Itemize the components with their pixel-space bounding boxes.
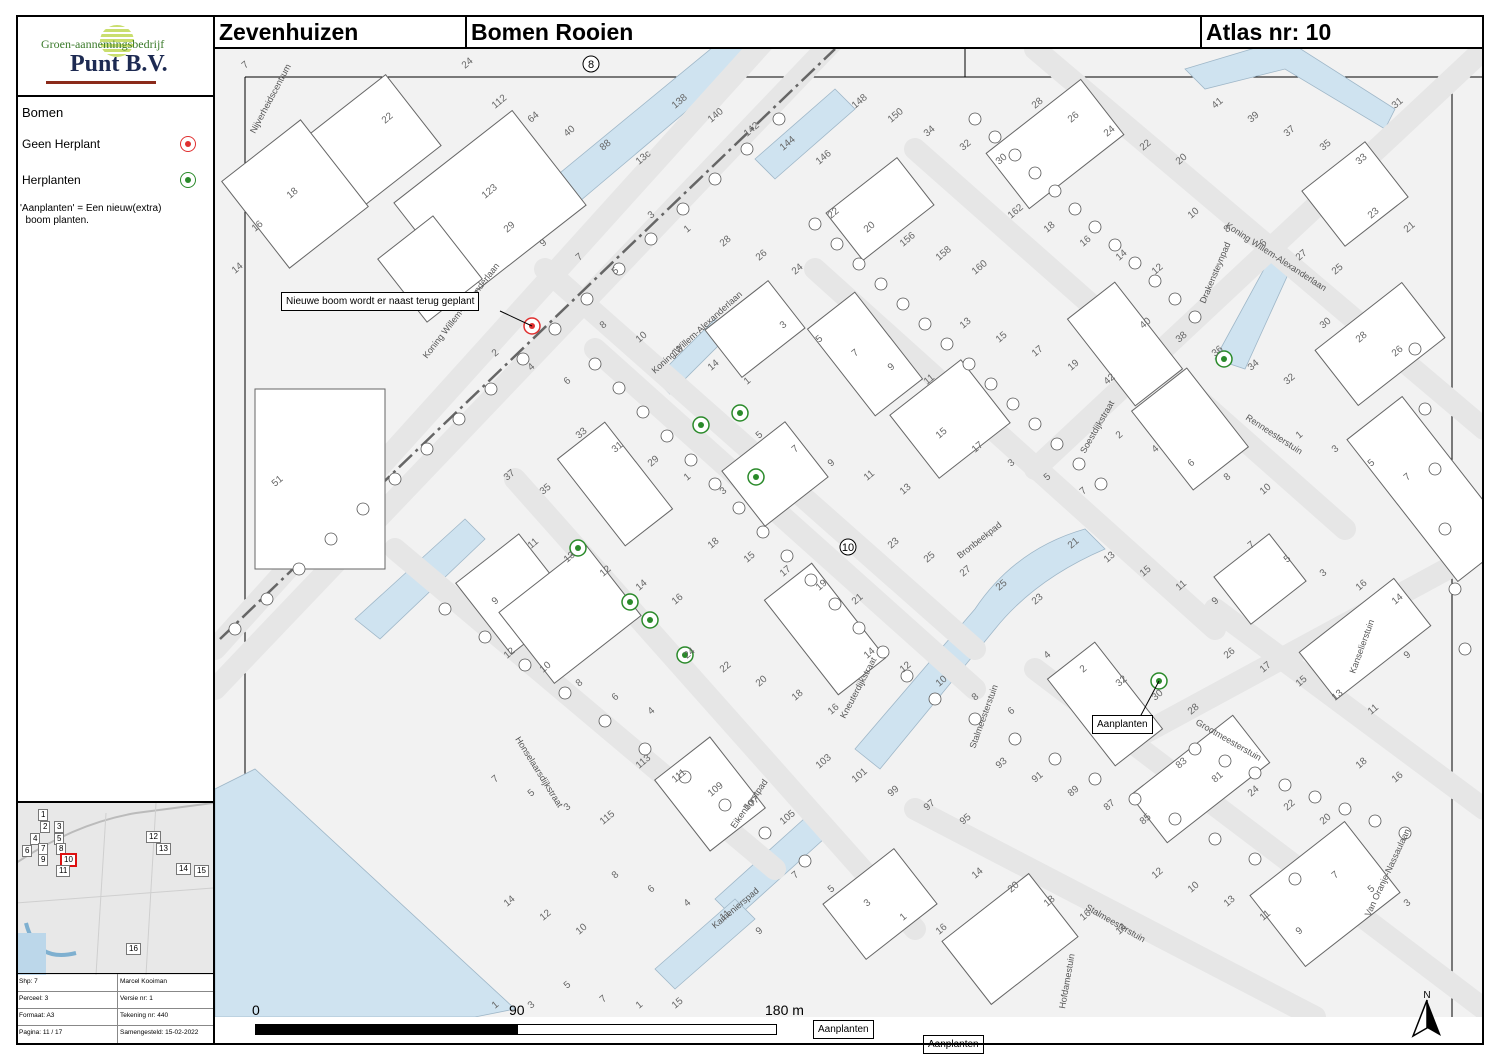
map-frame: [16, 15, 1484, 1045]
